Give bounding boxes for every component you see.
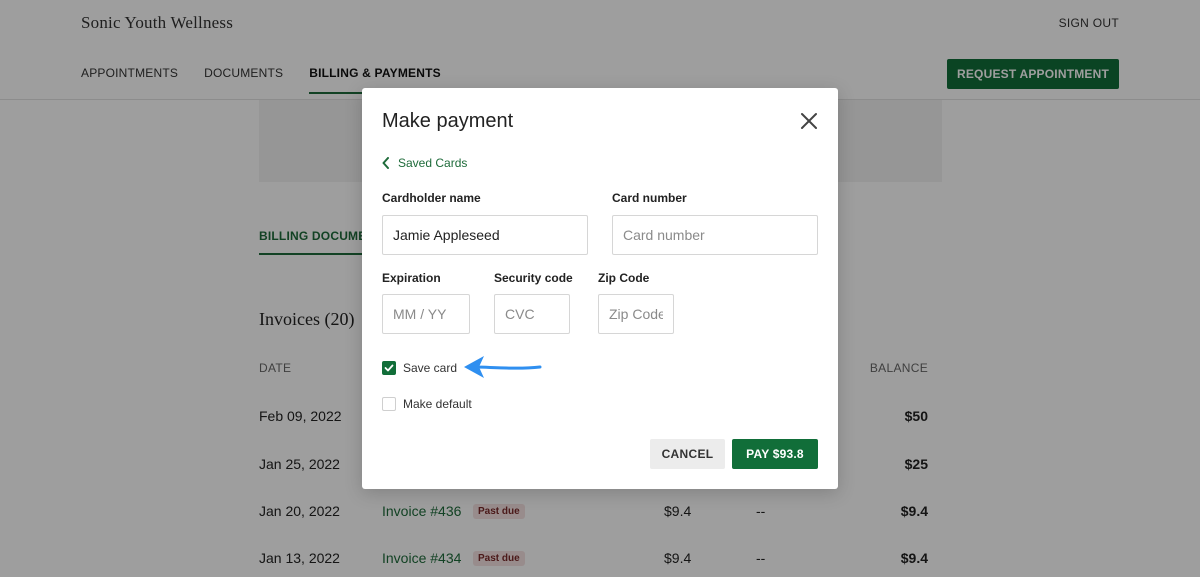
security-code-input[interactable] [494, 294, 570, 334]
zip-code-input[interactable] [598, 294, 674, 334]
save-card-label: Save card [403, 361, 458, 375]
saved-cards-link[interactable]: Saved Cards [382, 156, 467, 170]
make-payment-modal: Make payment Saved Cards Cardholder name… [362, 88, 838, 489]
expiration-label: Expiration [382, 271, 441, 285]
card-number-input[interactable] [612, 215, 818, 255]
cardholder-name-input[interactable] [382, 215, 588, 255]
card-number-label: Card number [612, 191, 687, 205]
chevron-left-icon [382, 157, 390, 169]
cardholder-name-label: Cardholder name [382, 191, 481, 205]
expiration-input[interactable] [382, 294, 470, 334]
pay-button[interactable]: PAY $93.8 [732, 439, 818, 469]
zip-code-label: Zip Code [598, 271, 650, 285]
make-default-checkbox[interactable]: Make default [382, 397, 472, 411]
save-card-checkbox[interactable]: Save card [382, 361, 457, 375]
modal-title: Make payment [382, 110, 514, 132]
close-icon[interactable] [798, 110, 820, 132]
security-code-label: Security code [494, 271, 573, 285]
annotation-arrow-icon [464, 356, 542, 378]
checkbox-unchecked-icon[interactable] [382, 397, 396, 411]
make-default-label: Make default [403, 397, 472, 411]
checkbox-checked-icon[interactable] [382, 361, 396, 375]
cancel-button[interactable]: CANCEL [650, 439, 725, 469]
saved-cards-label: Saved Cards [398, 156, 468, 170]
